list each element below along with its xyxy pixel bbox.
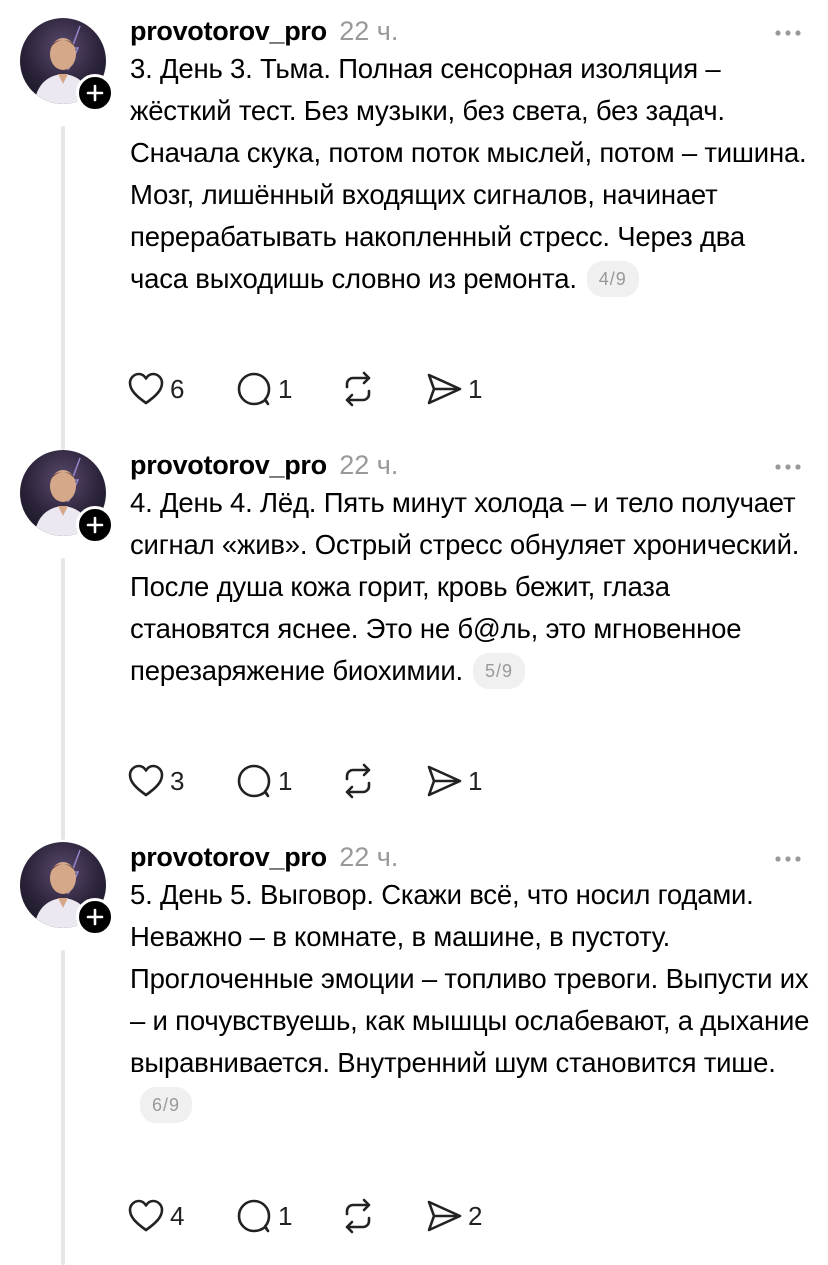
thread-line: [61, 950, 65, 1265]
share-button[interactable]: 1: [424, 761, 482, 801]
send-icon: [427, 1200, 462, 1232]
thread-counter: 6/9: [140, 1087, 193, 1123]
post: provotorov_pro 22 ч. 4. День 4. Лёд. Пят…: [0, 434, 828, 840]
post-text-content: 4. День 4. Лёд. Пять минут холода – и те…: [130, 487, 800, 686]
reply-count: 1: [278, 765, 293, 796]
like-count: 6: [170, 373, 185, 404]
like-count: 3: [170, 765, 185, 796]
repost-button[interactable]: [338, 1196, 378, 1236]
share-count: 1: [468, 373, 483, 404]
post: provotorov_pro 22 ч. 3. День 3. Тьма. По…: [0, 0, 828, 450]
plus-icon: [86, 84, 104, 102]
send-icon: [427, 373, 462, 405]
reply-count: 1: [278, 1200, 293, 1231]
username[interactable]: provotorov_pro: [130, 450, 327, 480]
avatar-column: [20, 18, 114, 450]
heart-icon: [128, 764, 164, 797]
reply-button[interactable]: 1: [234, 1196, 292, 1236]
repost-icon: [345, 371, 371, 407]
plus-icon: [86, 908, 104, 926]
comment-icon: [237, 372, 271, 406]
share-button[interactable]: 1: [424, 369, 482, 409]
more-icon[interactable]: [768, 844, 808, 874]
heart-icon: [128, 1199, 164, 1232]
follow-button[interactable]: [76, 506, 114, 544]
like-button[interactable]: 6: [126, 369, 184, 409]
share-count: 1: [468, 765, 483, 796]
like-button[interactable]: 3: [126, 761, 184, 801]
thread-feed: provotorov_pro 22 ч. 3. День 3. Тьма. По…: [0, 0, 828, 1265]
thread-line: [61, 558, 65, 840]
repost-button[interactable]: [338, 761, 378, 801]
heart-icon: [128, 372, 164, 405]
reply-button[interactable]: 1: [234, 369, 292, 409]
post-header: provotorov_pro 22 ч.: [130, 450, 808, 484]
post-header: provotorov_pro 22 ч.: [130, 16, 808, 50]
follow-button[interactable]: [76, 74, 114, 112]
avatar-column: [20, 842, 114, 1265]
post-text-content: 3. День 3. Тьма. Полная сенсорная изоляц…: [130, 53, 807, 294]
comment-icon: [237, 1199, 271, 1233]
reply-button[interactable]: 1: [234, 761, 292, 801]
reply-count: 1: [278, 373, 293, 404]
post-text-content: 5. День 5. Выговор. Скажи всё, что носил…: [130, 879, 810, 1078]
more-icon[interactable]: [768, 18, 808, 48]
repost-icon: [345, 763, 371, 799]
send-icon: [427, 765, 462, 797]
thread-counter: 4/9: [586, 261, 639, 297]
repost-icon: [345, 1198, 371, 1234]
post-text: 5. День 5. Выговор. Скажи всё, что носил…: [130, 874, 810, 1126]
share-button[interactable]: 2: [424, 1196, 482, 1236]
repost-button[interactable]: [338, 369, 378, 409]
more-icon[interactable]: [768, 452, 808, 482]
comment-icon: [237, 764, 271, 798]
username[interactable]: provotorov_pro: [130, 16, 327, 46]
post-time: 22 ч.: [339, 16, 399, 46]
thread-line: [61, 126, 65, 450]
share-count: 2: [468, 1200, 483, 1231]
like-count: 4: [170, 1200, 185, 1231]
post: provotorov_pro 22 ч. 5. День 5. Выговор.…: [0, 826, 828, 1265]
post-text: 4. День 4. Лёд. Пять минут холода – и те…: [130, 482, 810, 692]
thread-counter: 5/9: [473, 653, 526, 689]
avatar-column: [20, 450, 114, 840]
like-button[interactable]: 4: [126, 1196, 184, 1236]
post-text: 3. День 3. Тьма. Полная сенсорная изоляц…: [130, 48, 810, 300]
post-header: provotorov_pro 22 ч.: [130, 842, 808, 876]
post-time: 22 ч.: [339, 450, 399, 480]
follow-button[interactable]: [76, 898, 114, 936]
plus-icon: [86, 516, 104, 534]
username[interactable]: provotorov_pro: [130, 842, 327, 872]
post-time: 22 ч.: [339, 842, 399, 872]
